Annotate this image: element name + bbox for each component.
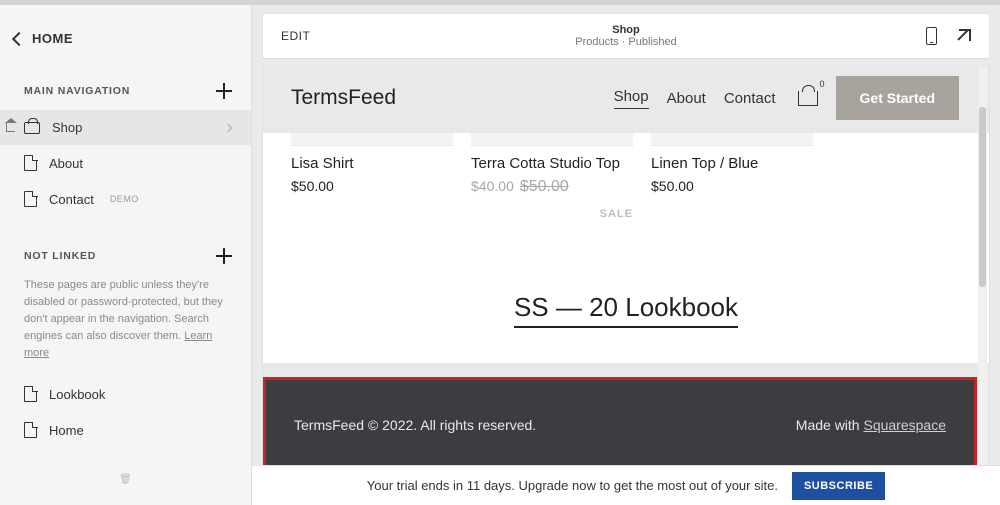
open-external-icon[interactable] [957, 29, 971, 43]
site-body: Lisa Shirt $50.00 Terra Cotta Studio Top… [263, 133, 989, 363]
sidebar-item-label: About [49, 156, 83, 171]
sidebar: HOME MAIN NAVIGATION Shop About Contact … [0, 5, 252, 505]
get-started-button[interactable]: Get Started [836, 76, 959, 120]
trial-bar: Your trial ends in 11 days. Upgrade now … [252, 465, 1000, 505]
product-old-price: $50.00 [520, 178, 569, 195]
product-card[interactable]: Lisa Shirt $50.00 [291, 133, 453, 220]
product-price: $50.00 [291, 178, 453, 194]
home-label: HOME [32, 31, 73, 46]
footer-squarespace-link[interactable]: Squarespace [863, 417, 946, 433]
site-header: TermsFeed Shop About Contact 0 Get Start… [263, 63, 989, 133]
home-indicator-icon [6, 123, 15, 132]
page-icon [24, 155, 37, 171]
product-price: $40.00 [471, 178, 514, 194]
scrollbar-thumb[interactable] [979, 107, 986, 287]
product-name: Lisa Shirt [291, 155, 453, 172]
sidebar-item-label: Lookbook [49, 387, 105, 402]
sidebar-item-label: Contact [49, 192, 94, 207]
main-nav-header: MAIN NAVIGATION [0, 64, 251, 110]
product-price: $50.00 [651, 178, 813, 194]
footer-copyright: TermsFeed © 2022. All rights reserved. [294, 417, 536, 433]
site-nav: Shop About Contact 0 Get Started [614, 76, 959, 120]
product-card[interactable]: Linen Top / Blue $50.00 [651, 133, 813, 220]
lookbook-text: SS — 20 Lookbook [514, 292, 738, 328]
add-not-linked-button[interactable] [215, 247, 233, 265]
product-name: Terra Cotta Studio Top [471, 155, 633, 172]
cart-icon [24, 122, 40, 134]
not-linked-description: These pages are public unless they're di… [0, 275, 251, 376]
edit-button[interactable]: EDIT [281, 29, 310, 43]
trash-icon[interactable]: 🗑 [0, 448, 251, 485]
lookbook-heading[interactable]: SS — 20 Lookbook [291, 292, 961, 323]
add-main-nav-button[interactable] [215, 82, 233, 100]
sidebar-item-lookbook[interactable]: Lookbook [0, 376, 251, 412]
product-image [651, 133, 813, 145]
editbar-subtitle: Products · Published [575, 36, 677, 48]
cart-icon[interactable]: 0 [798, 91, 818, 106]
mobile-preview-icon[interactable] [926, 27, 937, 45]
demo-tag: DEMO [110, 194, 139, 204]
trial-text: Your trial ends in 11 days. Upgrade now … [367, 478, 778, 493]
nav-shop[interactable]: Shop [614, 88, 649, 109]
product-grid: Lisa Shirt $50.00 Terra Cotta Studio Top… [291, 133, 961, 220]
sidebar-item-home[interactable]: Home [0, 412, 251, 448]
sidebar-item-about[interactable]: About [0, 145, 251, 181]
product-image [471, 133, 633, 145]
scrollbar[interactable] [978, 67, 987, 469]
page-icon [24, 386, 37, 402]
footer-prefix: Made with [796, 417, 864, 433]
editbar-title-block: Shop Products · Published [575, 24, 677, 48]
sidebar-item-label: Shop [52, 120, 82, 135]
product-card[interactable]: Terra Cotta Studio Top $40.00 $50.00 SALE [471, 133, 633, 220]
sale-badge: SALE [600, 208, 633, 220]
cart-count: 0 [820, 79, 825, 89]
product-image [291, 133, 453, 145]
site-brand[interactable]: TermsFeed [291, 86, 396, 110]
subscribe-button[interactable]: SUBSCRIBE [792, 472, 885, 500]
nav-about[interactable]: About [667, 90, 706, 107]
page-icon [24, 422, 37, 438]
footer-madewith: Made with Squarespace [796, 417, 946, 433]
edit-bar: EDIT Shop Products · Published [262, 13, 990, 59]
page-icon [24, 191, 37, 207]
preview-area: EDIT Shop Products · Published TermsFeed… [252, 5, 1000, 505]
sidebar-item-shop[interactable]: Shop [0, 110, 251, 145]
site-preview-frame: TermsFeed Shop About Contact 0 Get Start… [262, 63, 990, 473]
editbar-title: Shop [575, 24, 677, 36]
product-name: Linen Top / Blue [651, 155, 813, 172]
chevron-right-icon [224, 123, 232, 131]
not-linked-header: NOT LINKED [0, 217, 251, 275]
nav-contact[interactable]: Contact [724, 90, 776, 107]
not-linked-label: NOT LINKED [24, 250, 96, 262]
sidebar-item-contact[interactable]: Contact DEMO [0, 181, 251, 217]
main-nav-label: MAIN NAVIGATION [24, 85, 130, 97]
site-footer: TermsFeed © 2022. All rights reserved. M… [263, 377, 977, 473]
chevron-left-icon [12, 31, 26, 45]
back-home-button[interactable]: HOME [0, 13, 251, 64]
sidebar-item-label: Home [49, 423, 84, 438]
